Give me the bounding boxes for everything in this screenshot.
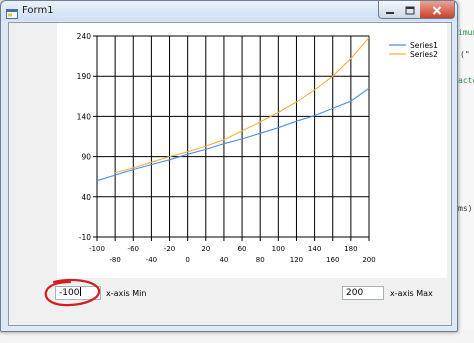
- y-tick-label: -10: [79, 233, 91, 242]
- x-tick-label: 20: [201, 245, 210, 253]
- ide-background-right: imum (" acto ms): [458, 0, 474, 343]
- minimize-icon: [385, 0, 395, 19]
- code-fragment: acto: [458, 76, 474, 85]
- x-tick-label: -60: [128, 245, 139, 253]
- legend-label-series1: Series1: [410, 41, 438, 50]
- chart-series: [96, 37, 370, 182]
- x-tick-label: 60: [238, 245, 247, 253]
- y-tick-label: 240: [77, 32, 92, 41]
- x-tick-label: 200: [362, 256, 375, 264]
- code-fragment: (": [460, 50, 470, 59]
- x-tick-label: 120: [290, 256, 303, 264]
- window-title: Form1: [22, 5, 54, 16]
- x-tick-label: 80: [256, 256, 265, 264]
- x-tick-label: 100: [272, 245, 285, 253]
- x-axis-max-label: x-axis Max: [390, 289, 433, 298]
- y-tick-label: 190: [77, 72, 92, 81]
- y-tick-label: 140: [77, 112, 92, 121]
- x-tick-label: -20: [164, 245, 175, 253]
- x-axis-ticks: -100 -80 -60 -40 -20 0 20 40 60 80 100 120 140 160 180…: [89, 245, 376, 264]
- x-tick-label: 160: [326, 256, 339, 264]
- x-tick-label: 180: [344, 245, 357, 253]
- form-app-icon: [6, 5, 18, 19]
- chart-grid: [93, 35, 370, 241]
- line-chart: 240 190 140 90 40 -10 -100 -80 -60 -40 -20 0 20 40 60…: [77, 32, 438, 264]
- code-fragment: imum: [458, 28, 474, 37]
- minimize-button[interactable]: [378, 1, 402, 19]
- close-button[interactable]: [420, 1, 455, 19]
- y-tick-label: 90: [81, 153, 91, 162]
- x-tick-label: -100: [89, 245, 105, 253]
- chart-panel: 240 190 140 90 40 -10 -100 -80 -60 -40 -20 0 20 40 60…: [57, 23, 447, 278]
- title-bar[interactable]: Form1: [1, 1, 457, 21]
- legend-label-series2: Series2: [410, 50, 438, 59]
- x-tick-label: 140: [308, 245, 321, 253]
- x-tick-label: -80: [109, 256, 120, 264]
- maximize-icon: [405, 0, 415, 19]
- x-tick-label: 40: [219, 256, 228, 264]
- x-tick-label: 0: [185, 256, 189, 264]
- code-fragment: ms): [458, 204, 473, 213]
- chart-legend: Series1Series2: [389, 41, 438, 59]
- x-axis-min-label: x-axis Min: [106, 289, 147, 298]
- y-tick-label: 40: [81, 193, 91, 202]
- x-axis-max-input[interactable]: 200: [342, 286, 384, 300]
- y-axis-ticks: 240 190 140 90 40 -10: [77, 32, 92, 242]
- red-annotation-circle: [44, 278, 101, 307]
- x-axis-max-value: 200: [346, 288, 364, 298]
- x-tick-label: -40: [146, 256, 157, 264]
- maximize-button[interactable]: [400, 1, 421, 19]
- close-icon: [432, 0, 442, 19]
